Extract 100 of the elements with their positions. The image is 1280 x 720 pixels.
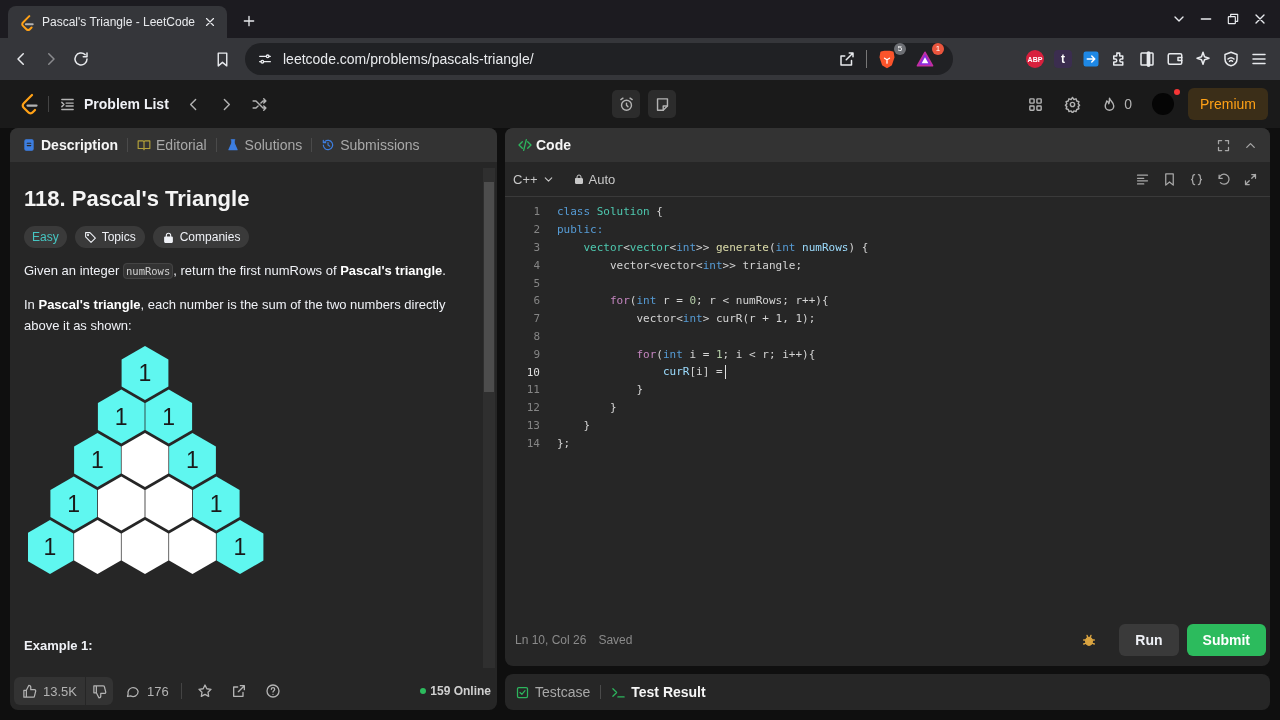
- code-line[interactable]: for(int r = 0; r < numRows; r++){: [557, 294, 829, 308]
- timer-button[interactable]: [612, 90, 640, 118]
- lion-shield-icon[interactable]: [877, 49, 897, 69]
- panel-tab[interactable]: Testcase: [515, 684, 591, 700]
- sparkle-icon[interactable]: [1194, 50, 1212, 68]
- hexagon-cell: 1: [192, 476, 240, 531]
- undo-icon[interactable]: [1216, 171, 1231, 187]
- format-icon[interactable]: [1135, 171, 1150, 187]
- panel-tab[interactable]: Editorial: [137, 137, 207, 153]
- alarm-clock-icon: [617, 95, 635, 113]
- help-icon[interactable]: [264, 683, 281, 699]
- fullscreen-icon[interactable]: [1216, 137, 1231, 153]
- thumbs-up-icon: [22, 683, 37, 699]
- online-dot: [420, 688, 427, 694]
- badge: 1: [932, 43, 944, 55]
- cursor-position: Ln 10, Col 26: [515, 633, 587, 647]
- code-line[interactable]: curR[i] =: [557, 365, 726, 380]
- code-line[interactable]: };: [557, 436, 571, 450]
- comments-button[interactable]: 176: [125, 683, 169, 699]
- notification-dot: [1174, 89, 1180, 95]
- lock-icon: [572, 173, 585, 185]
- panel-tab[interactable]: Description: [22, 137, 118, 153]
- hexagon-cell: 1: [216, 520, 264, 574]
- debug-icon[interactable]: [1081, 632, 1098, 648]
- bookmark-icon[interactable]: [1162, 171, 1177, 187]
- line-number: 10: [525, 365, 540, 379]
- wallet-icon[interactable]: [1166, 50, 1184, 68]
- code-line[interactable]: class Solution {: [557, 205, 663, 219]
- site-settings-icon[interactable]: [257, 51, 273, 67]
- grid-icon[interactable]: [1027, 95, 1045, 113]
- leetcode-logo-icon[interactable]: [20, 93, 38, 115]
- line-number: 3: [532, 241, 540, 254]
- star-icon[interactable]: [196, 683, 213, 699]
- code-line[interactable]: public:: [557, 223, 604, 237]
- hexagon-cell: [121, 433, 169, 487]
- tag-button[interactable]: Companies: [152, 226, 250, 248]
- hexagon-cell: [74, 520, 121, 574]
- code-line[interactable]: }: [557, 401, 617, 415]
- document-icon: [22, 138, 36, 152]
- hexagon-cell: [97, 476, 145, 531]
- difficulty-label: Easy: [24, 226, 67, 248]
- hexagon-cell: 1: [145, 389, 193, 444]
- history-icon: [321, 138, 336, 152]
- tag-icon: [83, 230, 97, 244]
- code-icon: [517, 137, 533, 153]
- hexagon-cell: 1: [74, 433, 121, 487]
- panel-title: Code: [536, 137, 571, 153]
- sidebar-icon[interactable]: [1138, 50, 1156, 68]
- hexagon-cell: [145, 476, 193, 531]
- line-number: 8: [532, 329, 540, 343]
- code-line[interactable]: for(int i = 1; i < r; i++){: [557, 347, 816, 361]
- address-bar[interactable]: leetcode.com/problems/pascals-triangle/ 5 1: [245, 43, 953, 75]
- restore-icon[interactable]: [1225, 11, 1241, 27]
- paragraph: Given an integer numRows , return the first numRows of Pascal's triangle.: [24, 262, 447, 281]
- lock-icon: [161, 230, 175, 244]
- code-line[interactable]: vector<vector<int>> triangle;: [557, 258, 803, 272]
- share-icon[interactable]: [838, 50, 856, 68]
- line-number: 4: [532, 258, 540, 272]
- triangle-icon[interactable]: [915, 49, 935, 69]
- code-line[interactable]: vector<vector<int>> generate(int numRows) {: [557, 241, 869, 254]
- flask-icon: [225, 138, 240, 152]
- reload-icon[interactable]: [72, 50, 90, 68]
- braces-icon[interactable]: [1189, 171, 1204, 187]
- auto-mode-label: Auto: [572, 171, 616, 187]
- notes-button[interactable]: [648, 90, 676, 118]
- line-number: 7: [532, 312, 540, 326]
- shuffle-icon[interactable]: [250, 95, 268, 113]
- premium-button[interactable]: Premium: [1188, 88, 1268, 120]
- hexagon-cell: 1: [169, 433, 216, 487]
- panel-tab[interactable]: Submissions: [321, 137, 420, 153]
- leetcode-logo-icon: [20, 14, 34, 31]
- problem-title: 118. Pascal's Triangle: [24, 186, 251, 212]
- thumbs-down-icon: [92, 683, 107, 699]
- share-icon[interactable]: [230, 683, 247, 699]
- line-number: 12: [525, 401, 540, 415]
- extension-button[interactable]: t: [1054, 50, 1072, 68]
- hexagon-cell: 1: [121, 346, 169, 400]
- line-number: 5: [532, 276, 540, 290]
- panel-tab[interactable]: Solutions: [225, 137, 303, 153]
- line-number: 13: [525, 418, 540, 432]
- arrow-square-icon[interactable]: [1082, 50, 1100, 68]
- problem-list-link[interactable]: Problem List: [59, 95, 169, 113]
- expand-icon[interactable]: [1243, 171, 1258, 187]
- tag-button[interactable]: Topics: [74, 226, 145, 248]
- language-dropdown[interactable]: C++: [513, 171, 555, 187]
- run-button[interactable]: Run: [1119, 624, 1179, 656]
- settings-icon[interactable]: [1064, 95, 1082, 113]
- browser-tab[interactable]: Pascal's Triangle - LeetCode: [8, 6, 228, 38]
- code-line[interactable]: }: [557, 418, 591, 432]
- hexagon-cell: 1: [97, 389, 145, 444]
- scrollbar[interactable]: [483, 168, 495, 668]
- line-number: 1: [532, 205, 540, 219]
- streak-count: 0: [1124, 96, 1132, 112]
- panel-tab[interactable]: Test Result: [611, 684, 706, 700]
- code-line[interactable]: vector<int> curR(r + 1, 1);: [557, 312, 816, 326]
- shield-icon[interactable]: [1222, 50, 1240, 68]
- hexagon-cell: [169, 520, 216, 574]
- code-line[interactable]: }: [557, 383, 644, 397]
- line-number: 11: [525, 383, 540, 397]
- online-count: 159 Online: [430, 684, 491, 698]
